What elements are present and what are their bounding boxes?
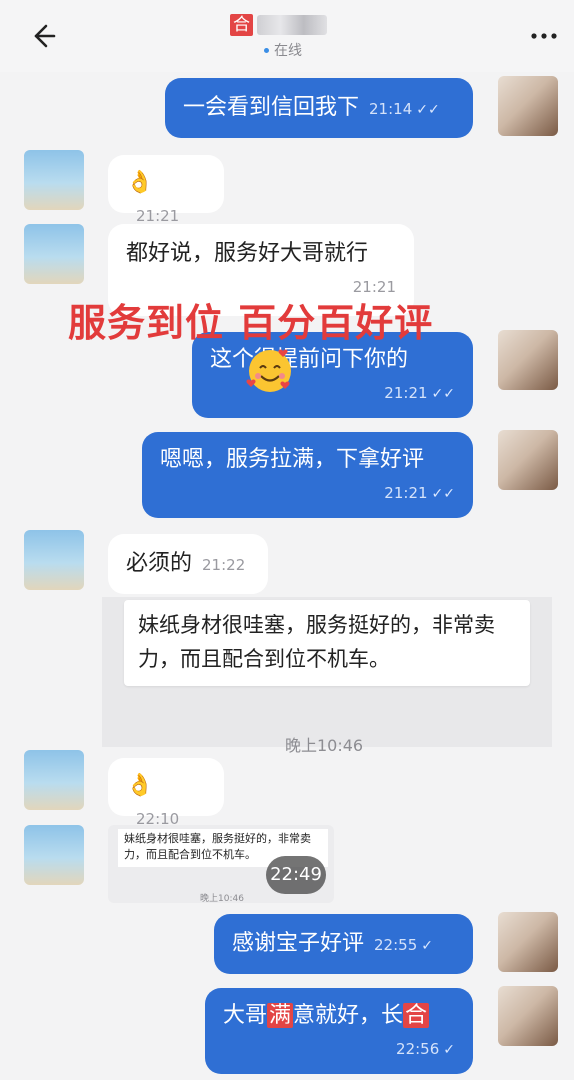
message-text: 必须的 xyxy=(126,551,193,576)
sent-check-icon: ✓ xyxy=(443,1042,455,1058)
avatar-self[interactable] xyxy=(498,912,558,972)
avatar-contact[interactable] xyxy=(24,530,84,590)
avatar-self[interactable] xyxy=(498,330,558,390)
message-bubble-received[interactable]: 👌22:10 xyxy=(108,758,224,828)
status-text: 在线 xyxy=(274,43,302,59)
message-text: 都好说，服务好大哥就行 xyxy=(126,241,369,266)
message-time: 21:14 xyxy=(369,100,413,118)
read-receipt-icon: ✓✓ xyxy=(431,386,455,402)
smiling-face-with-hearts-icon xyxy=(246,349,291,392)
video-thumbnail-time: 晚上10:46 xyxy=(200,894,244,904)
avatar-self[interactable] xyxy=(498,986,558,1046)
message-time: 21:22 xyxy=(202,556,246,574)
message-time: 21:21 xyxy=(384,484,428,502)
message-text: 一会看到信回我下 xyxy=(183,95,360,120)
sent-check-icon: ✓ xyxy=(421,938,433,954)
message-text: 👌 xyxy=(126,170,154,195)
message-bubble-sent[interactable]: 大哥满意就好，长合 22:56 ✓ xyxy=(205,988,473,1074)
message-time: 22:55 xyxy=(374,936,418,954)
title-tag: 合 xyxy=(230,14,253,36)
message-text: 👌 xyxy=(126,773,154,798)
avatar-self[interactable] xyxy=(498,430,558,490)
video-duration-badge: 22:49 xyxy=(266,856,326,894)
message-time: 21:21 xyxy=(136,207,180,225)
message-bubble-sent[interactable]: 一会看到信回我下 21:14 ✓✓ xyxy=(165,78,473,138)
read-receipt-icon: ✓✓ xyxy=(416,102,440,118)
avatar-contact[interactable] xyxy=(24,150,84,210)
message-time: 22:56 xyxy=(396,1040,440,1058)
message-bubble-sent[interactable]: 嗯嗯，服务拉满，下拿好评 21:21 ✓✓ xyxy=(142,432,473,518)
avatar-self[interactable] xyxy=(498,76,558,136)
avatar-contact[interactable] xyxy=(24,825,84,885)
message-text: 感谢宝子好评 xyxy=(232,931,365,956)
avatar-contact[interactable] xyxy=(24,224,84,284)
overlay-caption: 服务到位 百分百好评 xyxy=(68,301,434,345)
review-quote: 妹纸身材很哇塞，服务挺好的，非常卖力，而且配合到位不机车。 xyxy=(124,600,530,686)
message-bubble-sent[interactable]: 感谢宝子好评 22:55 ✓ xyxy=(214,914,473,974)
message-bubble-received[interactable]: 👌 21:21 xyxy=(108,155,224,225)
avatar-contact[interactable] xyxy=(24,750,84,810)
review-quote-time: 晚上10:46 xyxy=(285,736,364,755)
online-status: 在线 xyxy=(264,40,302,60)
message-text: 大哥满意就好，长合 xyxy=(223,1003,430,1028)
more-icon[interactable] xyxy=(528,26,560,46)
title-blurred-name xyxy=(257,15,327,35)
read-receipt-icon: ✓✓ xyxy=(431,486,455,502)
message-text: 嗯嗯，服务拉满，下拿好评 xyxy=(160,447,425,472)
chat-title: 合 xyxy=(230,10,370,40)
message-bubble-received[interactable]: 必须的 21:22 xyxy=(108,534,268,594)
message-time: 21:21 xyxy=(384,384,428,402)
online-dot-icon xyxy=(264,47,269,53)
back-arrow-icon[interactable] xyxy=(24,18,60,54)
